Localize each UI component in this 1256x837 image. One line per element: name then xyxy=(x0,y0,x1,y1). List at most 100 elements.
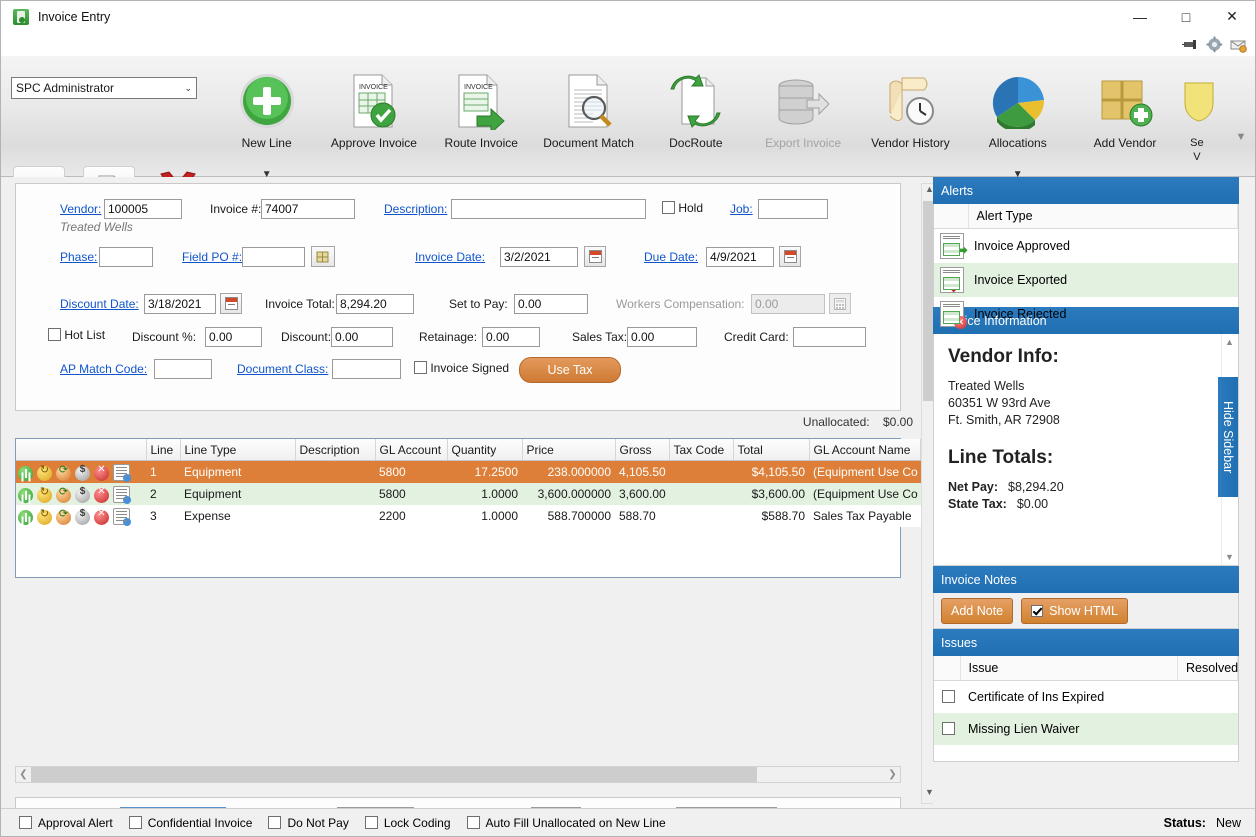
description-input[interactable] xyxy=(451,199,646,219)
ribbon-item-new-line[interactable]: New Line ▼ xyxy=(213,60,320,180)
discount-input[interactable] xyxy=(331,327,393,347)
delete-line-icon[interactable] xyxy=(94,486,109,503)
vendor-label[interactable]: Vendor: xyxy=(60,202,101,216)
ribbon-item-vendor-history[interactable]: Vendor History xyxy=(857,60,964,170)
note-line-icon[interactable] xyxy=(113,507,131,526)
note-line-icon[interactable] xyxy=(113,485,131,504)
auto-fill-unallocated-checkbox[interactable]: Auto Fill Unallocated on New Line xyxy=(466,816,666,830)
pin-icon[interactable] xyxy=(1182,36,1199,53)
retainage-input[interactable] xyxy=(482,327,540,347)
row-action-icons[interactable] xyxy=(16,505,146,527)
grid-col-line[interactable]: Line xyxy=(146,439,181,461)
job-label[interactable]: Job: xyxy=(730,202,753,216)
sales-tax-input[interactable] xyxy=(627,327,697,347)
alert-row[interactable]: ➡ Invoice Approved xyxy=(934,228,1238,263)
invoice-number-input[interactable] xyxy=(261,199,355,219)
add-line-icon[interactable] xyxy=(18,509,33,525)
auto-fill-unallocated-checkbox-box[interactable] xyxy=(466,816,480,829)
issues-col-issue[interactable]: Issue xyxy=(960,656,1178,681)
dollar-line-icon[interactable] xyxy=(75,508,90,525)
mail-alert-icon[interactable] xyxy=(1230,36,1247,53)
table-row[interactable]: 3 Expense 2200 1.0000 588.700000 588.70 … xyxy=(16,505,942,527)
close-icon[interactable]: ✕ xyxy=(1209,1,1255,32)
discount-date-calendar-icon[interactable] xyxy=(220,293,242,314)
ribbon-item-docroute[interactable]: DocRoute xyxy=(642,60,749,170)
ribbon-item-partial[interactable]: Se V xyxy=(1179,60,1215,170)
invoice-signed-checkbox-box[interactable] xyxy=(414,361,427,374)
vendor-input[interactable] xyxy=(104,199,182,219)
discount-date-label[interactable]: Discount Date: xyxy=(60,297,139,311)
job-input[interactable] xyxy=(758,199,828,219)
ap-match-code-label[interactable]: AP Match Code: xyxy=(60,362,147,376)
hold-checkbox-box[interactable] xyxy=(662,201,675,214)
table-row[interactable]: 1 Equipment 5800 17.2500 238.000000 4,10… xyxy=(16,460,942,483)
document-class-input[interactable] xyxy=(332,359,401,379)
grid-col-quantity[interactable]: Quantity xyxy=(447,439,523,461)
credit-card-input[interactable] xyxy=(793,327,866,347)
grid-col-price[interactable]: Price xyxy=(522,439,616,461)
approval-alert-checkbox[interactable]: Approval Alert xyxy=(19,816,113,830)
field-po-input[interactable] xyxy=(242,247,305,267)
user-role-select[interactable]: SPC Administrator ⌄ xyxy=(11,77,197,99)
ap-match-code-input[interactable] xyxy=(154,359,212,379)
grid-col-gl-account[interactable]: GL Account xyxy=(375,439,448,461)
issue-checkbox-cell[interactable] xyxy=(934,681,960,714)
dollar-line-icon[interactable] xyxy=(75,486,90,503)
maximize-icon[interactable]: □ xyxy=(1163,1,1209,32)
lock-coding-checkbox-box[interactable] xyxy=(364,816,378,829)
confidential-invoice-checkbox-box[interactable] xyxy=(128,816,142,829)
show-html-toggle[interactable]: Show HTML xyxy=(1021,597,1128,624)
issues-col-resolved[interactable]: Resolved xyxy=(1177,656,1238,681)
dollar-line-icon[interactable] xyxy=(75,464,90,481)
lock-coding-checkbox[interactable]: Lock Coding xyxy=(364,816,451,830)
due-date-input[interactable] xyxy=(706,247,774,267)
gear-icon[interactable] xyxy=(1206,36,1223,53)
do-not-pay-checkbox[interactable]: Do Not Pay xyxy=(268,816,349,830)
invoice-total-input[interactable] xyxy=(336,294,414,314)
delete-line-icon[interactable] xyxy=(94,464,109,481)
invoice-date-input[interactable] xyxy=(500,247,578,267)
add-line-icon[interactable] xyxy=(18,487,33,503)
phase-label[interactable]: Phase: xyxy=(60,250,97,264)
undo-line-icon[interactable] xyxy=(37,485,52,503)
hide-sidebar-button[interactable]: Hide Sidebar xyxy=(1218,377,1238,497)
ribbon-item-document-match[interactable]: Document Match xyxy=(535,60,642,170)
note-line-icon[interactable] xyxy=(113,463,131,482)
invoice-signed-checkbox[interactable]: Invoice Signed xyxy=(414,361,509,375)
grid-scroll-thumb[interactable] xyxy=(31,767,757,782)
row-action-icons[interactable] xyxy=(16,483,146,505)
grid-col-description[interactable]: Description xyxy=(295,439,376,461)
issue-resolved-checkbox[interactable] xyxy=(942,722,955,735)
undo-line-icon[interactable] xyxy=(37,507,52,525)
grid-col-total[interactable]: Total xyxy=(733,439,810,461)
field-po-lookup-button[interactable] xyxy=(311,246,335,267)
discount-date-input[interactable] xyxy=(144,294,216,314)
scroll-down-icon[interactable]: ▼ xyxy=(1222,549,1237,565)
refresh-line-icon[interactable] xyxy=(56,463,71,481)
hot-list-checkbox-box[interactable] xyxy=(48,328,61,341)
alerts-col-type[interactable]: Alert Type xyxy=(968,204,1238,229)
confidential-invoice-checkbox[interactable]: Confidential Invoice xyxy=(128,816,252,830)
delete-line-icon[interactable] xyxy=(94,508,109,525)
approval-alert-checkbox-box[interactable] xyxy=(19,816,32,829)
grid-col-line-type[interactable]: Line Type xyxy=(180,439,296,461)
undo-line-icon[interactable] xyxy=(37,463,52,481)
grid-col-tax-code[interactable]: Tax Code xyxy=(669,439,734,461)
ribbon-item-add-vendor[interactable]: Add Vendor xyxy=(1071,60,1178,170)
table-row[interactable]: 2 Equipment 5800 1.0000 3,600.000000 3,6… xyxy=(16,483,942,505)
hold-checkbox[interactable]: Hold xyxy=(662,201,703,215)
invoice-date-calendar-icon[interactable] xyxy=(584,246,606,267)
refresh-line-icon[interactable] xyxy=(56,507,71,525)
due-date-calendar-icon[interactable] xyxy=(779,246,801,267)
show-html-checkbox[interactable] xyxy=(1031,604,1044,617)
ribbon-overflow-arrow[interactable]: ▼ xyxy=(1233,126,1249,148)
alert-row[interactable]: ⬇ Invoice Exported xyxy=(934,263,1238,297)
grid-col-gross[interactable]: Gross xyxy=(615,439,670,461)
hot-list-checkbox[interactable]: Hot List xyxy=(48,328,105,342)
field-po-label[interactable]: Field PO #: xyxy=(182,250,242,264)
ribbon-item-route-invoice[interactable]: INVOICE Route Invoice xyxy=(428,60,535,170)
grid-col-gl-account-name[interactable]: GL Account Name xyxy=(809,439,921,461)
issue-resolved-checkbox[interactable] xyxy=(942,690,955,703)
ribbon-item-approve-invoice[interactable]: INVOICE Approve Invoice xyxy=(320,60,427,170)
ribbon-item-export-invoice[interactable]: Export Invoice xyxy=(749,60,856,170)
